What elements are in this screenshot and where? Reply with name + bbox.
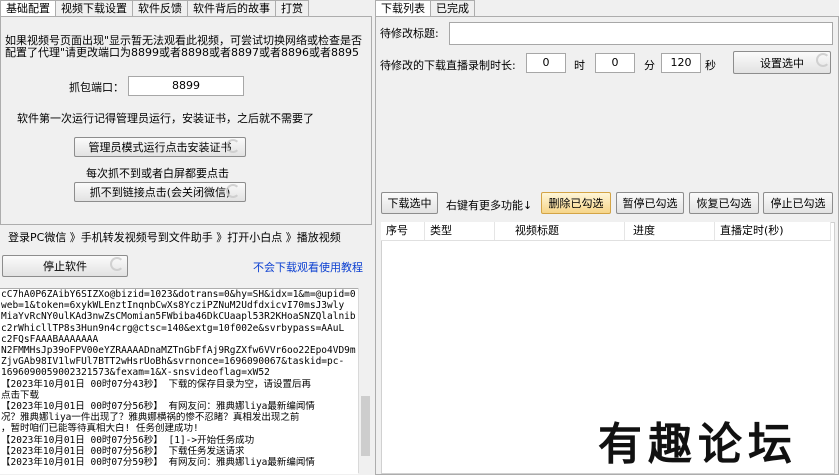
port-label: 抓包端口：: [69, 81, 124, 94]
log-line: cC7hA0P6ZAibY6SIZXo@bizid=1023&dotrans=0…: [1, 289, 356, 300]
forum-watermark: 有趣论坛: [598, 419, 798, 470]
log-line: 1696090059002321573&fexam=1&X-snsvideofl…: [1, 367, 270, 379]
col-index[interactable]: 序号: [381, 222, 425, 240]
stop-software-button[interactable]: 停止软件: [2, 255, 128, 277]
log-line: 况？雅典娜liya一件出现了？雅典娜横祸的惨不忍睹？真相发出现之前: [1, 412, 300, 424]
log-line: 【2023年10月01日 00时07分43秒】 下载的保存目录为空，请设置后再: [1, 378, 312, 390]
swirl-decoration-icon: [226, 139, 240, 153]
tutorial-link[interactable]: 不会下载观看使用教程: [253, 259, 363, 275]
tab-donate[interactable]: 打赏: [275, 0, 309, 17]
title-input[interactable]: [449, 22, 833, 45]
log-line: 【2023年10月01日 00时07分56秒】 有网友问：雅典娜liya最新编闻…: [1, 401, 315, 413]
stop-checked-button[interactable]: 停止已勾选: [763, 192, 833, 214]
hours-unit: 时: [574, 59, 585, 72]
col-progress[interactable]: 进度: [625, 222, 715, 240]
seconds-input[interactable]: 120: [661, 53, 701, 73]
config-panel: 如果视频号页面出现"显示暂无法观看此视频，可尝试切换网络或检查是否配置了代理"请…: [0, 16, 372, 225]
left-tabbar: 基础配置 视频下载设置 软件反馈 软件背后的故事 打赏: [0, 0, 309, 18]
tab-video-download-settings[interactable]: 视频下载设置: [55, 0, 133, 17]
col-live-timer[interactable]: 直播定时(秒): [715, 222, 831, 240]
right-click-hint: 右键有更多功能↓: [446, 199, 533, 212]
resume-checked-button[interactable]: 恢复已勾选: [689, 192, 759, 214]
delete-checked-button[interactable]: 删除已勾选: [541, 192, 611, 214]
tab-completed[interactable]: 已完成: [430, 0, 475, 17]
log-line: N2FMMHsJp39oFPV00eYZRAAAADnaMZTnGbFfAj9R…: [1, 345, 356, 357]
swirl-decoration-icon: [226, 184, 240, 198]
title-label: 待修改标题:: [380, 27, 439, 40]
steps-text: 登录PC微信 》手机转发视频号到文件助手 》打开小白点 》播放视频: [8, 231, 341, 244]
close-wechat-button[interactable]: 抓不到链接点击(会关闭微信): [74, 182, 246, 202]
pause-checked-button[interactable]: 暂停已勾选: [616, 192, 684, 214]
download-selected-button[interactable]: 下载选中: [381, 192, 438, 214]
minutes-input[interactable]: 0: [595, 53, 635, 73]
log-line: ，暂时咱们已能等待真相大白! 任务创建成功!: [1, 423, 199, 435]
log-line: web=1&token=6xykWLEnztInqnbCwXs8YcziPZNu…: [1, 300, 345, 312]
duration-label: 待修改的下载直播录制时长:: [380, 59, 516, 72]
swirl-decoration-icon: [110, 257, 124, 271]
log-line: c2FQsFAAABAAAAAAA: [1, 333, 99, 345]
log-textarea[interactable]: cC7hA0P6ZAibY6SIZXo@bizid=1023&dotrans=0…: [0, 288, 358, 474]
port-input[interactable]: 8899: [128, 76, 244, 96]
col-type[interactable]: 类型: [425, 222, 495, 240]
log-line: 【2023年10月01日 00时07分59秒】 有网友问：雅典娜liya最新编闻…: [1, 457, 315, 469]
seconds-unit: 秒: [705, 59, 716, 72]
col-video-title[interactable]: 视频标题: [495, 222, 625, 240]
log-line: MiaYvRcNY0ulKAd3nwZsCMomian5FWbiba46DkCU…: [1, 311, 356, 323]
retry-hint: 每次抓不到或者白屏都要点击: [86, 167, 229, 180]
log-line: 点击下载: [1, 389, 40, 401]
table-header: 序号 类型 视频标题 进度 直播定时(秒): [381, 222, 831, 241]
hours-input[interactable]: 0: [526, 53, 566, 73]
proxy-notice: 如果视频号页面出现"显示暂无法观看此视频，可尝试切换网络或检查是否配置了代理"请…: [5, 34, 363, 59]
tab-feedback[interactable]: 软件反馈: [132, 0, 188, 17]
right-tabbar: 下载列表 已完成: [375, 0, 475, 18]
download-panel: 待修改标题: 待修改的下载直播录制时长: 0 时 0 分 120 秒 设置选中 …: [375, 16, 839, 475]
log-scrollbar-thumb[interactable]: [361, 396, 370, 456]
tab-story[interactable]: 软件背后的故事: [187, 0, 276, 17]
log-line: 【2023年10月01日 00时07分56秒】 下载任务发送请求: [1, 445, 245, 457]
cert-hint: 软件第一次运行记得管理员运行，安装证书，之后就不需要了: [17, 112, 314, 125]
swirl-decoration-icon: [816, 53, 830, 67]
log-line: 【2023年10月01日 00时07分56秒】 [1]->开始任务成功: [1, 434, 255, 446]
log-scrollbar[interactable]: [358, 288, 372, 473]
minutes-unit: 分: [644, 59, 655, 72]
log-line: ZjvGAb98IV1lwFUl7BTT2wHsrUoBh&svrnonce=1…: [1, 356, 345, 368]
install-cert-admin-button[interactable]: 管理员模式运行点击安装证书: [74, 137, 246, 157]
log-line: c2rWhicllTP8s3Hun9n4crg@ctsc=140&extg=10…: [1, 322, 345, 334]
